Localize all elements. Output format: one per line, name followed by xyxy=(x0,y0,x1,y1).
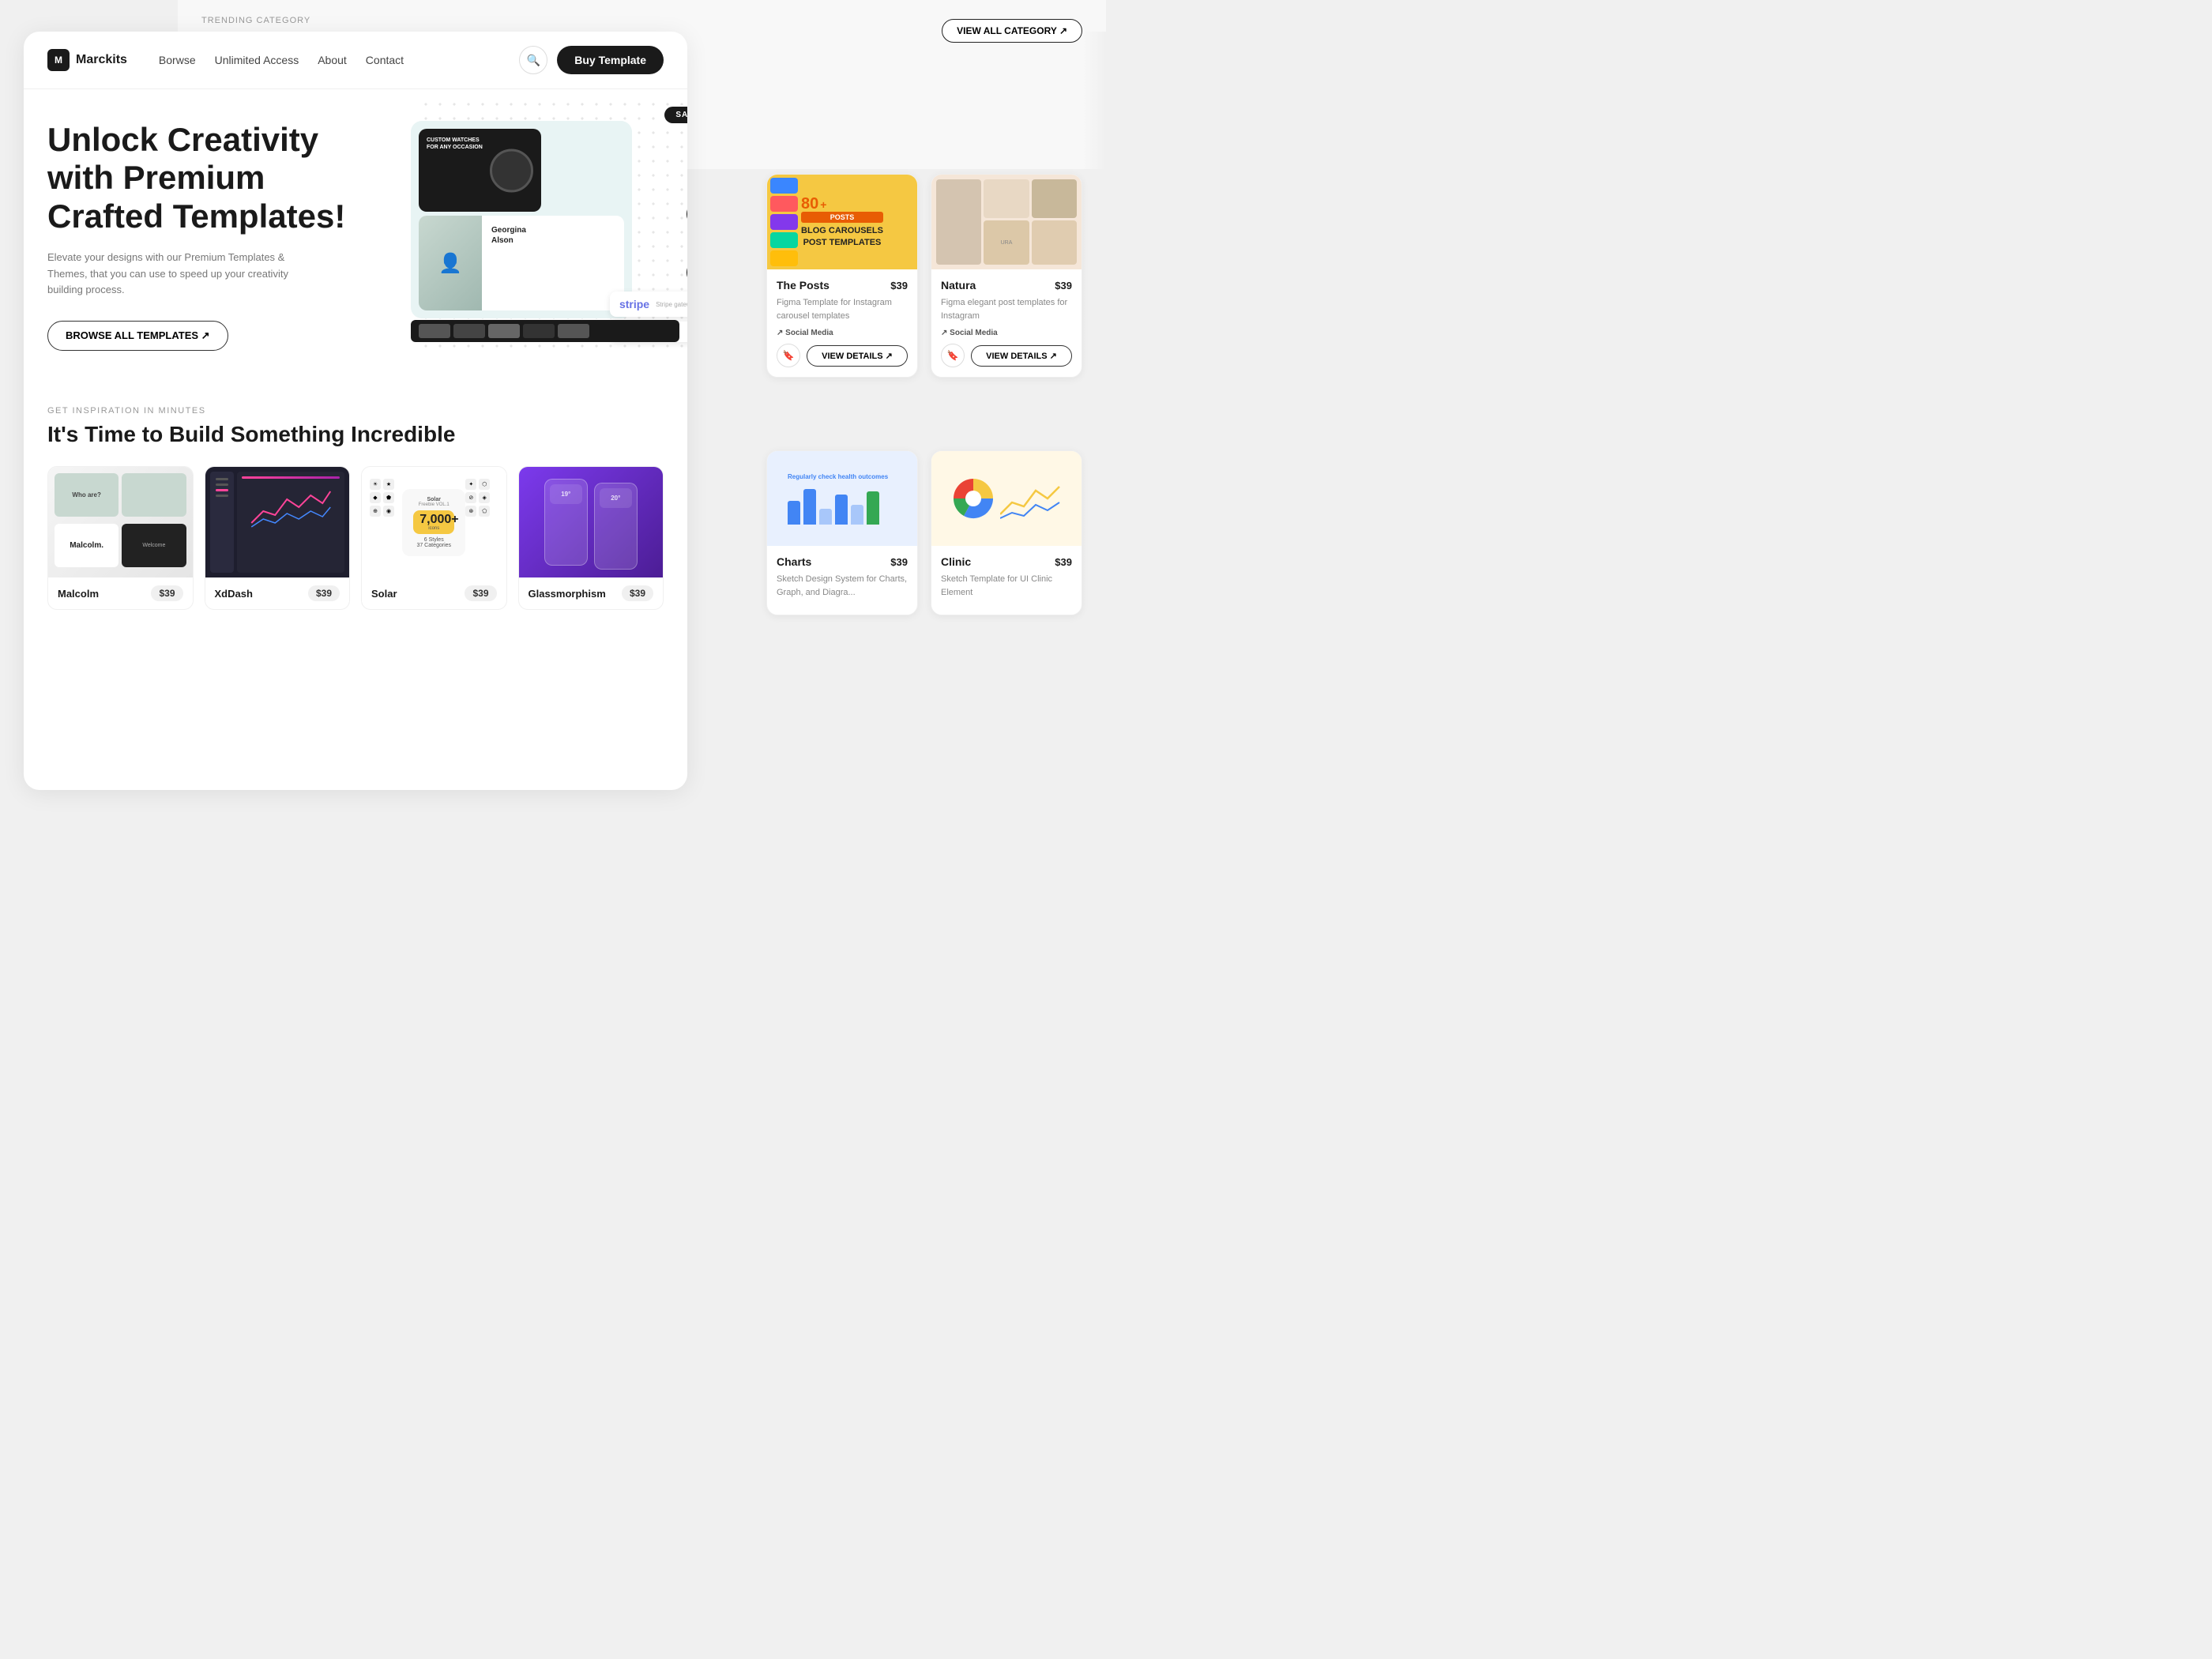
nav-link-browse[interactable]: Borwse xyxy=(159,54,196,66)
clinic-desc: Sketch Template for UI Clinic Element xyxy=(941,573,1072,599)
hero-description: Elevate your designs with our Premium Te… xyxy=(47,250,300,299)
natura-name: Natura xyxy=(941,279,976,292)
main-content-card: M Marckits Borwse Unlimited Access About… xyxy=(24,32,687,790)
posts-name: The Posts xyxy=(777,279,830,292)
profile-info: GeorginaAlson xyxy=(482,216,624,310)
profile-image: 👤 xyxy=(419,216,482,310)
clinic-pie-chart xyxy=(950,475,997,522)
posts-price: $39 xyxy=(890,280,908,292)
xddash-thumbnail xyxy=(205,467,350,577)
template-card-malcolm[interactable]: Who are? Malcolm. Welcome Malcolm $39 xyxy=(47,466,194,610)
watch-circle xyxy=(490,149,533,192)
charts-price: $39 xyxy=(890,556,908,568)
natura-body: Natura $39 Figma elegant post templates … xyxy=(931,269,1082,377)
solar-price: $39 xyxy=(465,585,496,601)
charts-desc: Sketch Design System for Charts, Graph, … xyxy=(777,573,908,599)
logo-icon: M xyxy=(47,49,70,71)
mockup-main-card: CUSTOM WATCHES FOR ANY OCCASION 👤 Georgi… xyxy=(411,121,632,318)
nav-actions: 🔍 Buy Template xyxy=(519,46,664,74)
xddash-name: XdDash xyxy=(215,588,253,600)
nav-link-unlimited[interactable]: Unlimited Access xyxy=(215,54,299,66)
template-card-xddash[interactable]: XdDash $39 xyxy=(205,466,351,610)
product-card-posts: 80 + POSTS BLOG CAROUSELSPOST TEMPLATES … xyxy=(766,174,918,378)
inspiration-label: GET INSPIRATION IN MINUTES xyxy=(47,406,664,416)
logo: M Marckits xyxy=(47,49,127,71)
natura-thumbnail: URA xyxy=(931,175,1082,269)
malcolm-footer: Malcolm $39 xyxy=(48,577,193,609)
charts-name: Charts xyxy=(777,555,811,568)
charts-thumbnail: Regularly check health outcomes xyxy=(767,451,917,546)
glassmorphism-name: Glassmorphism xyxy=(529,588,606,600)
clinic-price: $39 xyxy=(1055,556,1072,568)
hero-text: Unlock Creativity with Premium Crafted T… xyxy=(47,121,348,351)
natura-desc: Figma elegant post templates for Instagr… xyxy=(941,296,1072,322)
solar-footer: Solar $39 xyxy=(362,577,506,609)
xddash-price: $39 xyxy=(308,585,340,601)
mockup-watch-card: CUSTOM WATCHES FOR ANY OCCASION xyxy=(419,129,541,212)
template-cards-row: Who are? Malcolm. Welcome Malcolm $39 xyxy=(47,466,664,610)
solar-name: Solar xyxy=(371,588,397,600)
clinic-name: Clinic xyxy=(941,555,971,568)
logo-text: Marckits xyxy=(76,53,127,67)
xddash-footer: XdDash $39 xyxy=(205,577,350,609)
inspiration-section: GET INSPIRATION IN MINUTES It's Time to … xyxy=(24,374,687,626)
nav-link-contact[interactable]: Contact xyxy=(366,54,404,66)
glassmorphism-thumbnail: 19° 20° xyxy=(519,467,664,577)
clinic-line-chart xyxy=(1000,475,1063,522)
clinic-body: Clinic $39 Sketch Template for UI Clinic… xyxy=(931,546,1082,615)
nav-link-about[interactable]: About xyxy=(318,54,347,66)
glassmorphism-price: $39 xyxy=(622,585,653,601)
hero-heading: Unlock Creativity with Premium Crafted T… xyxy=(47,121,348,235)
search-button[interactable]: 🔍 xyxy=(519,46,547,74)
charts-body: Charts $39 Sketch Design System for Char… xyxy=(767,546,917,615)
solar-thumbnail: ☀ ★ ◆ ⬟ ⊕ ◉ Solar Freebie VOL.1 7,000+ i… xyxy=(362,467,506,577)
glassmorphism-footer: Glassmorphism $39 xyxy=(519,577,664,609)
product-card-clinic: Clinic $39 Sketch Template for UI Clinic… xyxy=(931,450,1082,615)
malcolm-name: Malcolm xyxy=(58,588,99,600)
posts-tag: ↗ Social Media xyxy=(777,329,908,337)
template-card-glassmorphism[interactable]: 19° 20° Glassmorphism $39 xyxy=(518,466,664,610)
right-fade-overlay xyxy=(1082,32,1106,861)
view-all-category-button[interactable]: VIEW ALL CATEGORY ↗ xyxy=(942,19,1082,43)
template-card-solar[interactable]: ☀ ★ ◆ ⬟ ⊕ ◉ Solar Freebie VOL.1 7,000+ i… xyxy=(361,466,507,610)
natura-bookmark-button[interactable]: 🔖 xyxy=(941,344,965,367)
inspiration-title: It's Time to Build Something Incredible xyxy=(47,422,664,447)
natura-price: $39 xyxy=(1055,280,1072,292)
navbar: M Marckits Borwse Unlimited Access About… xyxy=(24,32,687,89)
natura-view-details-button[interactable]: VIEW DETAILS ↗ xyxy=(971,345,1072,367)
product-cards-section: 80 + POSTS BLOG CAROUSELSPOST TEMPLATES … xyxy=(766,174,1082,378)
posts-thumbnail: 80 + POSTS BLOG CAROUSELSPOST TEMPLATES xyxy=(767,175,917,269)
malcolm-price: $39 xyxy=(151,585,182,601)
product-card-charts: Regularly check health outcomes Charts $… xyxy=(766,450,918,615)
posts-desc: Figma Template for Instagram carousel te… xyxy=(777,296,908,322)
mockup-bottom-strip xyxy=(411,320,679,342)
buy-template-button[interactable]: Buy Template xyxy=(557,46,664,74)
posts-body: The Posts $39 Figma Template for Instagr… xyxy=(767,269,917,377)
nav-links: Borwse Unlimited Access About Contact xyxy=(159,54,503,66)
posts-view-details-button[interactable]: VIEW DETAILS ↗ xyxy=(807,345,908,367)
mockup-profile-card: 👤 GeorginaAlson xyxy=(419,216,624,310)
hero-section: Unlock Creativity with Premium Crafted T… xyxy=(24,89,687,374)
sale-badge: SALE xyxy=(664,107,687,123)
natura-tag: ↗ Social Media xyxy=(941,329,1072,337)
browse-templates-button[interactable]: BROWSE ALL TEMPLATES ↗ xyxy=(47,321,228,351)
bottom-product-cards: Regularly check health outcomes Charts $… xyxy=(766,450,1082,615)
product-card-natura: URA Natura $39 Figma elegant post templa… xyxy=(931,174,1082,378)
stripe-element: stripe Stripe gateway xyxy=(610,292,687,317)
clinic-thumbnail xyxy=(931,451,1082,546)
hero-mockup: CUSTOM WATCHES FOR ANY OCCASION 👤 Georgi… xyxy=(395,97,687,350)
malcolm-thumbnail: Who are? Malcolm. Welcome xyxy=(48,467,193,577)
posts-bookmark-button[interactable]: 🔖 xyxy=(777,344,800,367)
